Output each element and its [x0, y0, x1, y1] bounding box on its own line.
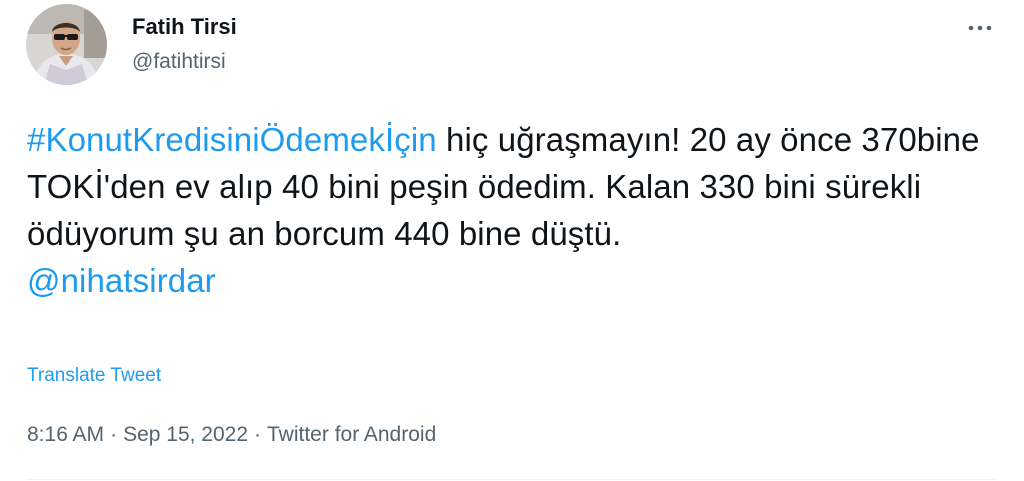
tweet-date[interactable]: Sep 15, 2022: [123, 423, 248, 446]
user-handle[interactable]: @fatihtirsi: [132, 50, 237, 74]
profile-photo-icon: [26, 4, 107, 85]
translate-tweet-link[interactable]: Translate Tweet: [27, 364, 161, 388]
separator: ·: [254, 423, 262, 446]
more-options-button[interactable]: [962, 14, 998, 42]
mention-link[interactable]: @nihatsirdar: [27, 257, 987, 304]
avatar[interactable]: [26, 4, 107, 85]
divider: [27, 479, 998, 480]
separator: ·: [110, 423, 118, 446]
tweet-source[interactable]: Twitter for Android: [267, 423, 436, 446]
tweet-time[interactable]: 8:16 AM: [27, 423, 104, 446]
tweet-metadata: 8:16 AM · Sep 15, 2022 · Twitter for Android: [27, 421, 436, 449]
hashtag-link[interactable]: #KonutKredisiniÖdemekİçin: [27, 121, 437, 158]
author-block: Fatih Tirsi @fatihtirsi: [132, 14, 237, 74]
display-name[interactable]: Fatih Tirsi: [132, 14, 237, 40]
tweet-text: #KonutKredisiniÖdemekİçin hiç uğraşmayın…: [27, 116, 987, 304]
tweet-card: Fatih Tirsi @fatihtirsi #KonutKredisiniÖ…: [0, 0, 1024, 481]
more-horizontal-icon: [968, 25, 992, 31]
